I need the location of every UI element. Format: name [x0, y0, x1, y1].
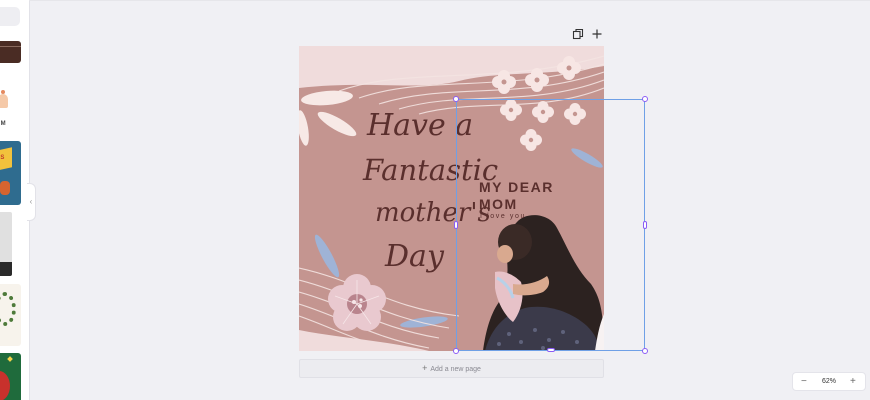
- zoom-control: − 62% +: [792, 372, 866, 391]
- template-thumbnail-festive[interactable]: [0, 353, 21, 400]
- copy-icon[interactable]: [571, 28, 585, 42]
- add-page-label: Add a new page: [430, 366, 481, 373]
- resize-handle-top-right[interactable]: [642, 96, 648, 102]
- chevron-left-icon: ‹: [29, 197, 33, 206]
- resize-handle-top-left[interactable]: [453, 96, 459, 102]
- top-divider: [29, 0, 870, 1]
- resize-handle-bottom[interactable]: [547, 348, 555, 352]
- plus-icon: +: [422, 363, 428, 373]
- panel-search-field[interactable]: [0, 7, 20, 26]
- panel-collapse-handle[interactable]: ‹: [27, 183, 36, 221]
- resize-handle-right[interactable]: [643, 221, 647, 229]
- template-thumbnail-christmas[interactable]: AS: [0, 141, 21, 205]
- plus-icon[interactable]: +: [850, 373, 856, 390]
- template-label: UM: [0, 121, 6, 127]
- cake-icon: [0, 90, 8, 108]
- template-panel: UM AS: [0, 0, 30, 400]
- template-thumbnail-dark[interactable]: [0, 41, 21, 63]
- greeting-line-4[interactable]: Day: [385, 239, 444, 274]
- resize-handle-bottom-left[interactable]: [453, 348, 459, 354]
- add-page-button[interactable]: + Add a new page: [299, 359, 604, 378]
- plus-icon[interactable]: [590, 28, 604, 42]
- selection-frame[interactable]: [456, 99, 645, 351]
- minus-icon[interactable]: −: [801, 373, 807, 390]
- template-thumbnail-photo[interactable]: [0, 212, 12, 276]
- resize-handle-left[interactable]: [454, 221, 458, 229]
- zoom-value[interactable]: 62%: [822, 373, 836, 390]
- template-thumbnail-wreath[interactable]: [0, 284, 21, 346]
- resize-handle-bottom-right[interactable]: [642, 348, 648, 354]
